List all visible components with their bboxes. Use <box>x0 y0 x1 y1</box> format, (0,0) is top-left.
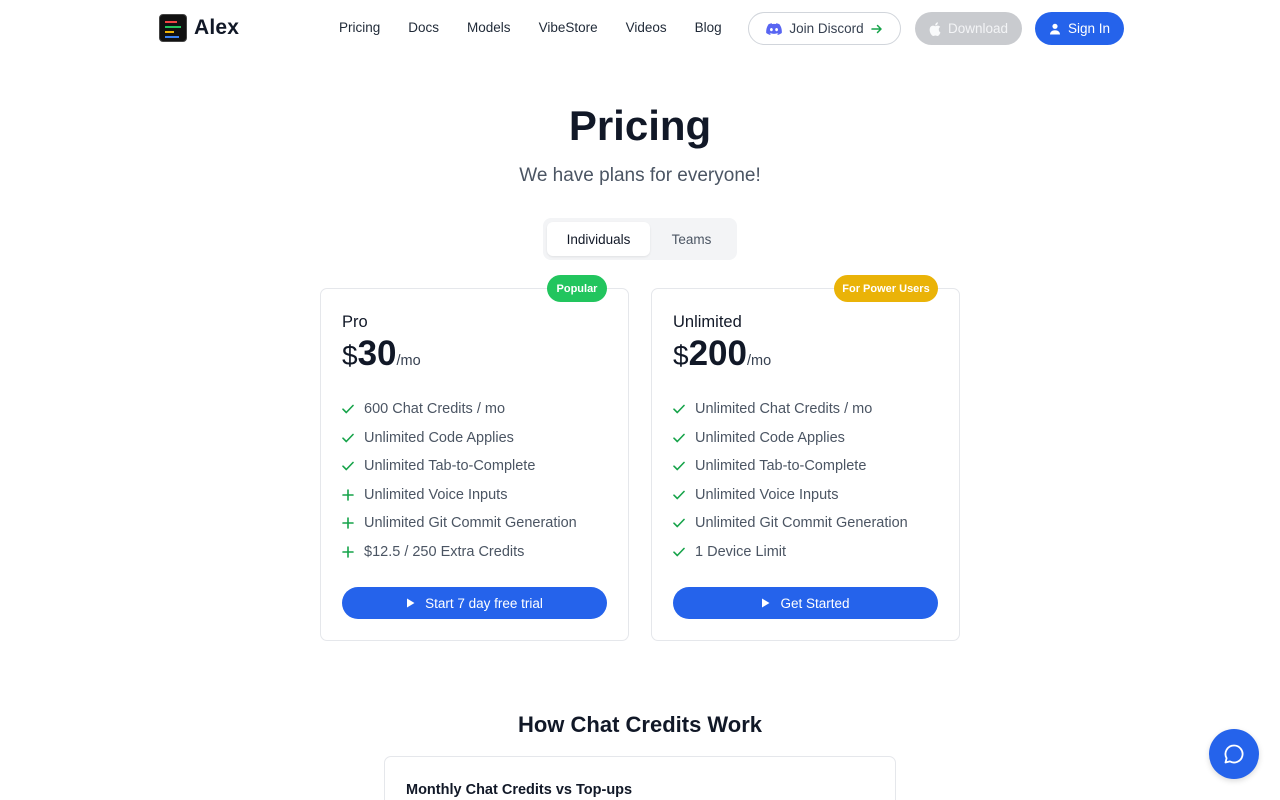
page-title: Pricing <box>568 102 712 149</box>
toggle-individuals[interactable]: Individuals <box>547 222 650 256</box>
check-icon <box>342 433 364 443</box>
play-icon <box>407 598 415 608</box>
get-started-button[interactable]: Get Started <box>673 587 938 619</box>
nav-link-vibestore[interactable]: VibeStore <box>539 20 598 35</box>
download-label: Download <box>947 21 1009 36</box>
feature-text: Unlimited Code Applies <box>364 429 514 446</box>
arrow-right-icon <box>870 24 882 33</box>
feature-text: Unlimited Git Commit Generation <box>695 515 908 532</box>
feature-item: Unlimited Tab-to-Complete <box>342 452 577 481</box>
nav-link-docs[interactable]: Docs <box>408 20 439 35</box>
price-currency: $ <box>342 340 358 371</box>
brand-name: Alex <box>194 16 240 39</box>
check-icon <box>673 404 695 414</box>
feature-item: Unlimited Code Applies <box>342 424 577 453</box>
price-amount: 30 <box>357 334 397 373</box>
start-trial-button[interactable]: Start 7 day free trial <box>342 587 607 619</box>
user-icon <box>1049 23 1060 34</box>
check-icon <box>673 433 695 443</box>
plan-name: Pro <box>342 313 368 331</box>
credits-card-title: Monthly Chat Credits vs Top-ups <box>406 782 633 798</box>
feature-item: Unlimited Git Commit Generation <box>673 509 908 538</box>
get-started-label: Get Started <box>780 595 850 611</box>
price-currency: $ <box>673 340 689 371</box>
section-title: How Chat Credits Work <box>517 712 763 737</box>
feature-text: Unlimited Voice Inputs <box>695 486 839 503</box>
popular-badge: Popular <box>547 275 607 302</box>
chat-support-button[interactable] <box>1209 729 1259 779</box>
plus-icon <box>342 545 364 558</box>
chat-bubble-icon <box>1224 744 1244 764</box>
feature-item: 1 Device Limit <box>673 538 908 567</box>
discord-icon <box>766 22 783 35</box>
feature-item: Unlimited Voice Inputs <box>342 481 577 510</box>
feature-text: Unlimited Tab-to-Complete <box>364 458 536 475</box>
main-nav: Pricing Docs Models VibeStore Videos Blo… <box>339 20 750 35</box>
feature-item: Unlimited Git Commit Generation <box>342 509 577 538</box>
apple-icon <box>929 21 941 36</box>
feature-item: Unlimited Voice Inputs <box>673 481 908 510</box>
feature-text: Unlimited Voice Inputs <box>364 486 508 503</box>
plan-card-unlimited: For Power Users Unlimited $ 200 /mo Unli… <box>651 275 960 641</box>
price-amount: 200 <box>688 334 747 373</box>
feature-text: 1 Device Limit <box>695 543 787 560</box>
check-icon <box>673 461 695 471</box>
toggle-teams[interactable]: Teams <box>650 222 733 256</box>
feature-text: Unlimited Code Applies <box>695 429 845 446</box>
play-icon <box>762 598 770 608</box>
feature-text: $12.5 / 250 Extra Credits <box>364 543 525 560</box>
logo-icon <box>159 14 187 42</box>
credits-info-card: Monthly Chat Credits vs Top-ups <box>384 756 896 800</box>
site-header: Alex Pricing Docs Models VibeStore Video… <box>0 0 1280 58</box>
feature-text: Unlimited Tab-to-Complete <box>695 458 867 475</box>
plus-icon <box>342 517 364 530</box>
plan-name: Unlimited <box>673 313 742 331</box>
feature-item: 600 Chat Credits / mo <box>342 395 577 424</box>
sign-in-button[interactable]: Sign In <box>1035 12 1124 45</box>
start-trial-label: Start 7 day free trial <box>425 595 543 611</box>
nav-link-videos[interactable]: Videos <box>626 20 667 35</box>
feature-item: $12.5 / 250 Extra Credits <box>342 538 577 567</box>
plus-icon <box>342 488 364 501</box>
nav-link-pricing[interactable]: Pricing <box>339 20 380 35</box>
feature-text: Unlimited Git Commit Generation <box>364 515 577 532</box>
feature-text: Unlimited Chat Credits / mo <box>695 401 873 418</box>
join-discord-label: Join Discord <box>789 21 864 36</box>
join-discord-button[interactable]: Join Discord <box>748 12 901 45</box>
power-users-badge: For Power Users <box>834 275 938 302</box>
price-period: /mo <box>396 353 421 369</box>
download-button[interactable]: Download <box>915 12 1022 45</box>
brand-logo[interactable]: Alex <box>159 14 239 42</box>
feature-item: Unlimited Code Applies <box>673 424 908 453</box>
nav-link-models[interactable]: Models <box>467 20 511 35</box>
feature-list: 600 Chat Credits / mo Unlimited Code App… <box>342 395 577 566</box>
feature-item: Unlimited Chat Credits / mo <box>673 395 908 424</box>
page-subtitle: We have plans for everyone! <box>519 165 761 186</box>
price-period: /mo <box>746 353 772 369</box>
plan-card-pro: Popular Pro $ 30 /mo 600 Chat Credits / … <box>320 275 629 641</box>
check-icon <box>342 461 364 471</box>
check-icon <box>673 490 695 500</box>
check-icon <box>673 547 695 557</box>
check-icon <box>342 404 364 414</box>
check-icon <box>673 518 695 528</box>
feature-text: 600 Chat Credits / mo <box>364 401 506 418</box>
sign-in-label: Sign In <box>1067 21 1111 36</box>
feature-item: Unlimited Tab-to-Complete <box>673 452 908 481</box>
plan-price: $ 30 /mo <box>342 334 421 374</box>
plan-price: $ 200 /mo <box>673 334 771 374</box>
nav-link-blog[interactable]: Blog <box>695 20 722 35</box>
plan-type-toggle: Individuals Teams <box>543 218 737 260</box>
feature-list: Unlimited Chat Credits / mo Unlimited Co… <box>673 395 908 566</box>
